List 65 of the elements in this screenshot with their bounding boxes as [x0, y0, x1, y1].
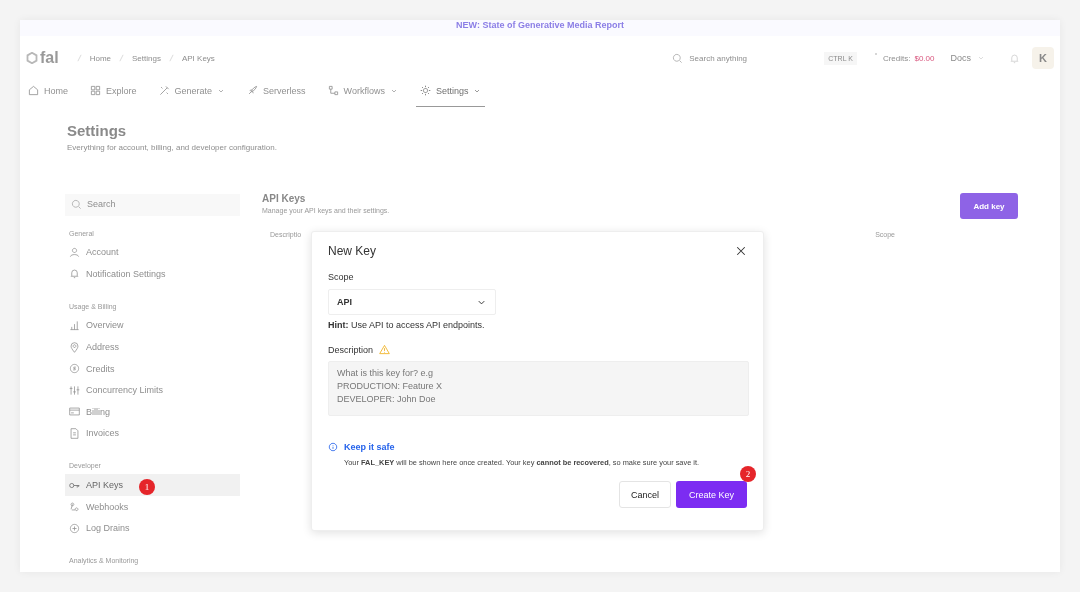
nav-tab[interactable]: Serverless — [243, 75, 310, 107]
add-key-button[interactable]: Add key — [960, 193, 1018, 219]
warning-icon — [379, 344, 391, 355]
credits-label: Credits: — [882, 53, 911, 63]
avatar[interactable]: K — [1032, 47, 1054, 69]
sidebar-item[interactable]: Webhooks — [65, 495, 240, 518]
sidebar-item[interactable]: Notification Settings — [65, 263, 240, 285]
search-field[interactable]: Search anything — [689, 53, 790, 63]
home-icon — [28, 85, 39, 96]
docs-link[interactable]: Docs — [950, 53, 971, 63]
logo-icon — [26, 52, 38, 64]
info-icon — [328, 442, 338, 452]
pin-icon — [69, 341, 80, 353]
close-icon[interactable] — [735, 245, 747, 257]
field-label: Description — [328, 344, 374, 355]
nav-tab[interactable]: Settings — [415, 75, 486, 107]
hint-text: Hint: Use API to access API endpoints. — [328, 320, 486, 330]
sidebar-item[interactable]: Log Drains — [65, 517, 240, 540]
nav-tab[interactable]: Explore — [86, 75, 141, 107]
hook-icon — [69, 501, 80, 513]
sidebar-search-field[interactable]: Search — [65, 193, 240, 216]
sidebar-item[interactable]: Overview — [65, 314, 240, 337]
caret-icon[interactable] — [977, 54, 985, 62]
breadcrumb-link[interactable]: Home — [89, 53, 111, 63]
user-icon — [69, 246, 80, 258]
grid-icon — [90, 85, 101, 96]
breadcrumb-link[interactable]: API Keys — [181, 53, 215, 63]
bell-icon — [69, 268, 80, 280]
bell-icon[interactable] — [1009, 52, 1020, 64]
slash-icon — [119, 54, 124, 62]
nav-tab[interactable]: Home — [24, 75, 72, 107]
page-title: Settings — [67, 122, 128, 139]
sidebar-item[interactable]: Account — [65, 241, 240, 264]
sidebar-item[interactable]: Billing — [65, 401, 240, 423]
dialog-title: New Key — [328, 244, 377, 258]
rocket-icon — [247, 85, 259, 96]
announcement-banner[interactable]: NEW: State of Generative Media Report — [20, 20, 1060, 36]
sidebar-item[interactable]: Credits — [65, 357, 240, 380]
chart-icon — [69, 320, 80, 331]
sidebar-item[interactable]: Invoices — [65, 422, 240, 445]
create-button[interactable]: Create Key — [676, 481, 747, 508]
section-title: API Keys — [262, 193, 307, 204]
doc-icon — [69, 427, 80, 439]
logo-text[interactable]: fal — [40, 49, 59, 67]
description-field[interactable]: What is this key for? e.g PRODUCTION: Feature X DEVELOPER: John Doe — [328, 361, 749, 416]
cancel-button[interactable]: Cancel — [619, 481, 671, 508]
slash-icon — [76, 54, 82, 62]
gear-icon — [419, 85, 431, 96]
credits-amount: $0.00 — [914, 53, 935, 63]
sliders-icon — [69, 384, 80, 396]
notice-title: Keep it safe — [344, 442, 395, 452]
page-subtitle: Everything for account, billing, and developer configuration. — [67, 143, 278, 152]
field-label: Scope — [328, 272, 355, 282]
flow-icon — [327, 85, 339, 96]
slash-icon — [168, 54, 174, 62]
breadcrumb-link[interactable]: Settings — [132, 53, 161, 63]
sidebar-item[interactable]: Address — [65, 336, 240, 358]
nav-tab[interactable]: Generate — [154, 75, 230, 107]
nav-tab[interactable]: Workflows — [323, 75, 402, 107]
scope-dropdown[interactable]: API — [328, 289, 496, 315]
coin-icon — [69, 363, 80, 375]
search-icon — [672, 52, 684, 64]
card-icon — [69, 406, 80, 418]
search-icon — [71, 198, 82, 210]
sidebar-item[interactable]: Concurrency Limits — [65, 379, 240, 402]
